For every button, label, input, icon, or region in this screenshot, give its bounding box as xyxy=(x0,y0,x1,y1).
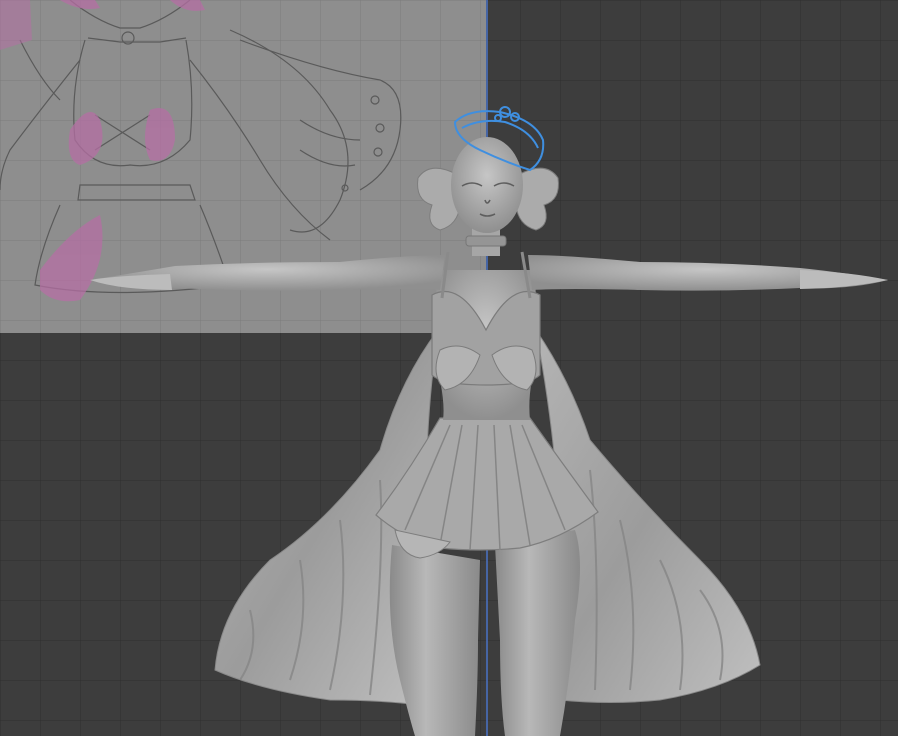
3d-viewport[interactable] xyxy=(0,0,898,736)
viewport-canvas[interactable] xyxy=(0,0,898,736)
choker xyxy=(465,235,507,247)
